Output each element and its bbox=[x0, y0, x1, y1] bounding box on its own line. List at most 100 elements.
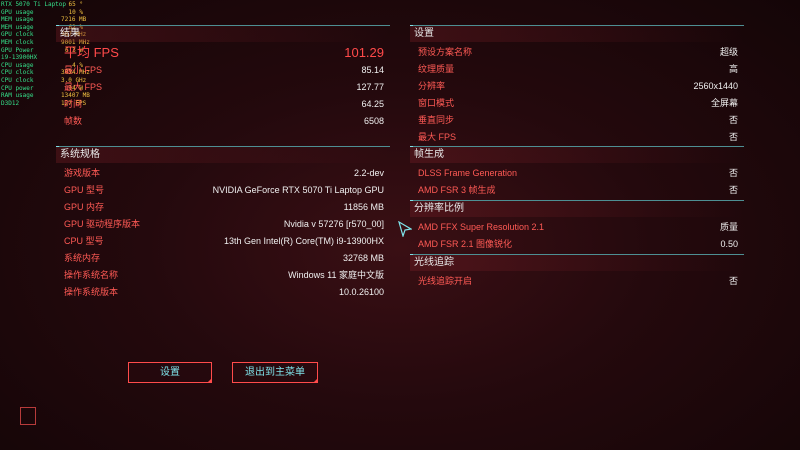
result-value: 6508 bbox=[363, 116, 384, 126]
spec-label: GPU 驱动程序版本 bbox=[64, 219, 141, 229]
overlay-row: GPU usage 10 % bbox=[1, 9, 85, 17]
spec-value: 2.2-dev bbox=[353, 168, 384, 178]
settings-header: 设置 bbox=[410, 25, 744, 42]
resolution-scaling-header: 分辨率比例 bbox=[410, 200, 744, 217]
result-value: 101.29 bbox=[344, 45, 384, 60]
spec-row: GPU 型号 NVIDIA GeForce RTX 5070 Ti Laptop … bbox=[56, 182, 390, 199]
settings-panel: 设置 预设方案名称 超级纹理质量 高分辨率 2560x1440 窗口模式 全屏幕垂直同步 否… bbox=[410, 25, 744, 146]
spec-label: 操作系统版本 bbox=[64, 287, 119, 297]
frame-gen-label: DLSS Frame Generation bbox=[418, 168, 518, 178]
spec-value: 10.0.26100 bbox=[338, 287, 384, 297]
spec-value: 11856 MB bbox=[343, 202, 384, 212]
result-row: 帧数 6508 bbox=[56, 113, 390, 130]
spec-label: 游戏版本 bbox=[64, 168, 101, 178]
spec-label: 操作系统名称 bbox=[64, 270, 119, 280]
setting-label: 最大 FPS bbox=[418, 132, 457, 142]
setting-label: 垂直同步 bbox=[418, 115, 455, 125]
res-scale-value: 0.50 bbox=[720, 239, 738, 249]
frame-gen-row: DLSS Frame Generation 否 bbox=[410, 165, 744, 182]
spec-label: GPU 型号 bbox=[64, 185, 105, 195]
result-value: 64.25 bbox=[361, 99, 384, 109]
spec-value: 32768 MB bbox=[342, 253, 384, 263]
version-badge-icon bbox=[20, 407, 36, 425]
spec-row: CPU 型号 13th Gen Intel(R) Core(TM) i9-1390… bbox=[56, 233, 390, 250]
overlay-label: CPU power bbox=[1, 84, 34, 92]
overlay-value: 10 % bbox=[68, 8, 83, 16]
spec-label: CPU 型号 bbox=[64, 236, 104, 246]
setting-row: 纹理质量 高 bbox=[410, 61, 744, 78]
result-value: 127.77 bbox=[356, 82, 384, 92]
system-specs-header: 系统规格 bbox=[56, 146, 390, 163]
result-row: 最小 FPS 85.14 bbox=[56, 62, 390, 79]
result-label: 时间 bbox=[64, 99, 83, 109]
overlay-label: RTX 5070 Ti Laptop bbox=[1, 1, 67, 8]
overlay-value: 65 ° bbox=[68, 1, 83, 8]
res-scale-label: AMD FSR 2.1 图像锐化 bbox=[418, 239, 513, 249]
spec-value: NVIDIA GeForce RTX 5070 Ti Laptop GPU bbox=[212, 185, 384, 195]
exit-to-main-menu-button[interactable]: 退出到主菜单 bbox=[232, 362, 318, 383]
overlay-label: RAM usage bbox=[1, 92, 34, 100]
setting-value: 全屏幕 bbox=[710, 98, 738, 108]
raytracing-row: 光线追踪开启 否 bbox=[410, 273, 744, 290]
spec-row: 游戏版本 2.2-dev bbox=[56, 165, 390, 182]
setting-value: 否 bbox=[728, 115, 738, 125]
spec-row: 操作系统名称 Windows 11 家庭中文版 bbox=[56, 267, 390, 284]
results-panel: 结果 平均 FPS 101.29 最小 FPS 85.14 最大 FPS 127.77 时间… bbox=[56, 25, 390, 130]
resolution-scaling-panel: 分辨率比例 AMD FFX Super Resolution 2.1 质量 AMD … bbox=[410, 200, 744, 253]
result-label: 最大 FPS bbox=[64, 82, 103, 92]
overlay-label: GPU clock bbox=[1, 31, 34, 39]
setting-value: 2560x1440 bbox=[693, 81, 738, 91]
spec-row: GPU 驱动程序版本 Nvidia v 57276 [r570_00] bbox=[56, 216, 390, 233]
overlay-label: CPU clock bbox=[1, 69, 34, 77]
setting-row: 分辨率 2560x1440 bbox=[410, 78, 744, 95]
result-label: 帧数 bbox=[64, 116, 83, 126]
spec-row: 操作系统版本 10.0.26100 bbox=[56, 284, 390, 301]
setting-label: 分辨率 bbox=[418, 81, 446, 91]
setting-value: 超级 bbox=[719, 47, 738, 57]
overlay-label: GPU usage bbox=[1, 8, 34, 16]
setting-row: 垂直同步 否 bbox=[410, 112, 744, 129]
setting-value: 高 bbox=[728, 64, 738, 74]
overlay-label: CPU clock bbox=[1, 76, 34, 84]
raytracing-panel: 光线追踪 光线追踪开启 否 bbox=[410, 254, 744, 290]
overlay-row: MEM usage 7216 MB bbox=[1, 16, 87, 24]
frame-generation-header: 帧生成 bbox=[410, 146, 744, 163]
results-header: 结果 bbox=[56, 25, 390, 42]
res-scale-row: AMD FSR 2.1 图像锐化 0.50 bbox=[410, 236, 744, 253]
result-label: 最小 FPS bbox=[64, 65, 103, 75]
overlay-value: 7216 MB bbox=[61, 16, 87, 24]
setting-label: 纹理质量 bbox=[418, 64, 455, 74]
overlay-label: i9-13900HX bbox=[1, 54, 38, 62]
result-row: 最大 FPS 127.77 bbox=[56, 79, 390, 96]
mouse-cursor-icon bbox=[398, 221, 412, 237]
frame-gen-value: 否 bbox=[728, 185, 738, 195]
frame-generation-panel: 帧生成 DLSS Frame Generation 否 AMD FSR 3 帧生成 否 bbox=[410, 146, 744, 199]
overlay-label: MEM clock bbox=[1, 38, 34, 46]
res-scale-row: AMD FFX Super Resolution 2.1 质量 bbox=[410, 219, 744, 236]
frame-gen-value: 否 bbox=[728, 168, 738, 178]
setting-row: 最大 FPS 否 bbox=[410, 129, 744, 146]
overlay-label: GPU Power bbox=[1, 46, 34, 54]
spec-value: 13th Gen Intel(R) Core(TM) i9-13900HX bbox=[223, 236, 384, 246]
overlay-label: MEM usage bbox=[1, 23, 34, 31]
result-row: 时间 64.25 bbox=[56, 96, 390, 113]
overlay-label: MEM usage bbox=[1, 16, 34, 24]
raytracing-label: 光线追踪开启 bbox=[418, 276, 473, 286]
setting-label: 窗口模式 bbox=[418, 98, 455, 108]
spec-label: 系统内存 bbox=[64, 253, 101, 263]
spec-label: GPU 内存 bbox=[64, 202, 105, 212]
result-label: 平均 FPS bbox=[64, 45, 119, 60]
setting-row: 预设方案名称 超级 bbox=[410, 44, 744, 61]
overlay-label: D3D12 bbox=[1, 99, 20, 107]
spec-value: Windows 11 家庭中文版 bbox=[288, 270, 384, 280]
res-scale-label: AMD FFX Super Resolution 2.1 bbox=[418, 222, 545, 232]
system-specs-panel: 系统规格 游戏版本 2.2-dev GPU 型号 NVIDIA GeForce RTX… bbox=[56, 146, 390, 301]
settings-button[interactable]: 设置 bbox=[128, 362, 212, 383]
res-scale-value: 质量 bbox=[719, 222, 738, 232]
spec-row: GPU 内存 11856 MB bbox=[56, 199, 390, 216]
overlay-row: RTX 5070 Ti Laptop 65 ° bbox=[1, 1, 85, 9]
frame-gen-row: AMD FSR 3 帧生成 否 bbox=[410, 182, 744, 199]
result-value: 85.14 bbox=[361, 65, 384, 75]
result-row: 平均 FPS 101.29 bbox=[56, 44, 390, 62]
frame-gen-label: AMD FSR 3 帧生成 bbox=[418, 185, 496, 195]
